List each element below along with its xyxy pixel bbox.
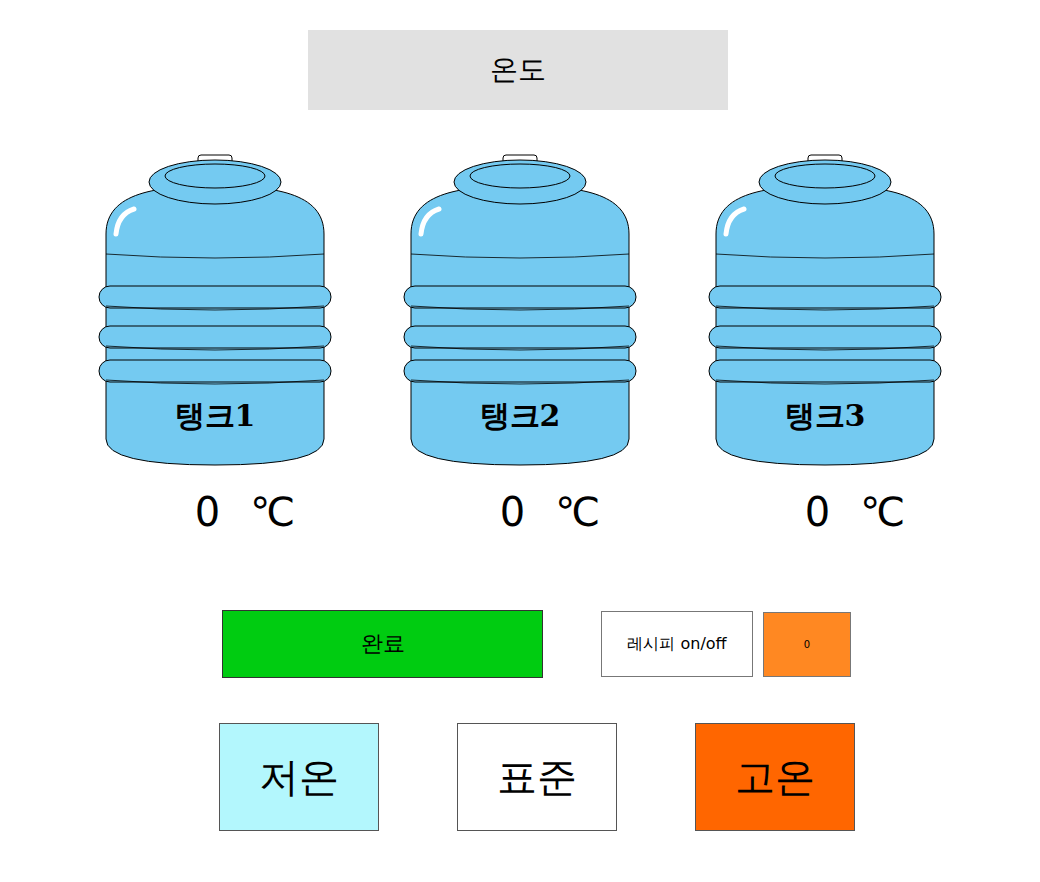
control-row: 완료 레시피 on/off0	[0, 610, 1040, 678]
temperature-reading: 0℃	[745, 488, 905, 536]
title-bar: 온도	[308, 30, 728, 110]
temperature-value: 0	[500, 488, 525, 536]
temperature-value: 0	[195, 488, 220, 536]
mode-button[interactable]: 표준	[457, 723, 617, 831]
mode-button[interactable]: 저온	[219, 723, 379, 831]
complete-button[interactable]: 완료	[222, 610, 543, 678]
tank-icon: 탱크1	[98, 154, 332, 466]
recipe-value: 0	[763, 612, 851, 677]
temperature-reading: 0℃	[135, 488, 295, 536]
temperature-unit: ℃	[860, 488, 905, 536]
temperature-panel: 온도탱크10℃탱크20℃탱크30℃완료레시피 on/off0저온표준고온	[0, 0, 1040, 882]
tank-row: 탱크10℃탱크20℃탱크30℃	[0, 154, 1040, 536]
tank-label: 탱크2	[480, 398, 561, 433]
tank: 탱크20℃	[368, 154, 673, 536]
temperature-reading: 0℃	[440, 488, 600, 536]
mode-button[interactable]: 고온	[695, 723, 855, 831]
tank-label: 탱크1	[175, 398, 256, 433]
temperature-value: 0	[805, 488, 830, 536]
tank: 탱크10℃	[63, 154, 368, 536]
tank-icon: 탱크2	[403, 154, 637, 466]
temperature-unit: ℃	[555, 488, 600, 536]
tank: 탱크30℃	[673, 154, 978, 536]
temperature-unit: ℃	[250, 488, 295, 536]
tank-label: 탱크3	[785, 398, 866, 433]
tank-icon: 탱크3	[708, 154, 942, 466]
mode-row: 저온 표준 고온	[0, 723, 1040, 831]
recipe-toggle-button[interactable]: 레시피 on/off	[601, 611, 753, 677]
